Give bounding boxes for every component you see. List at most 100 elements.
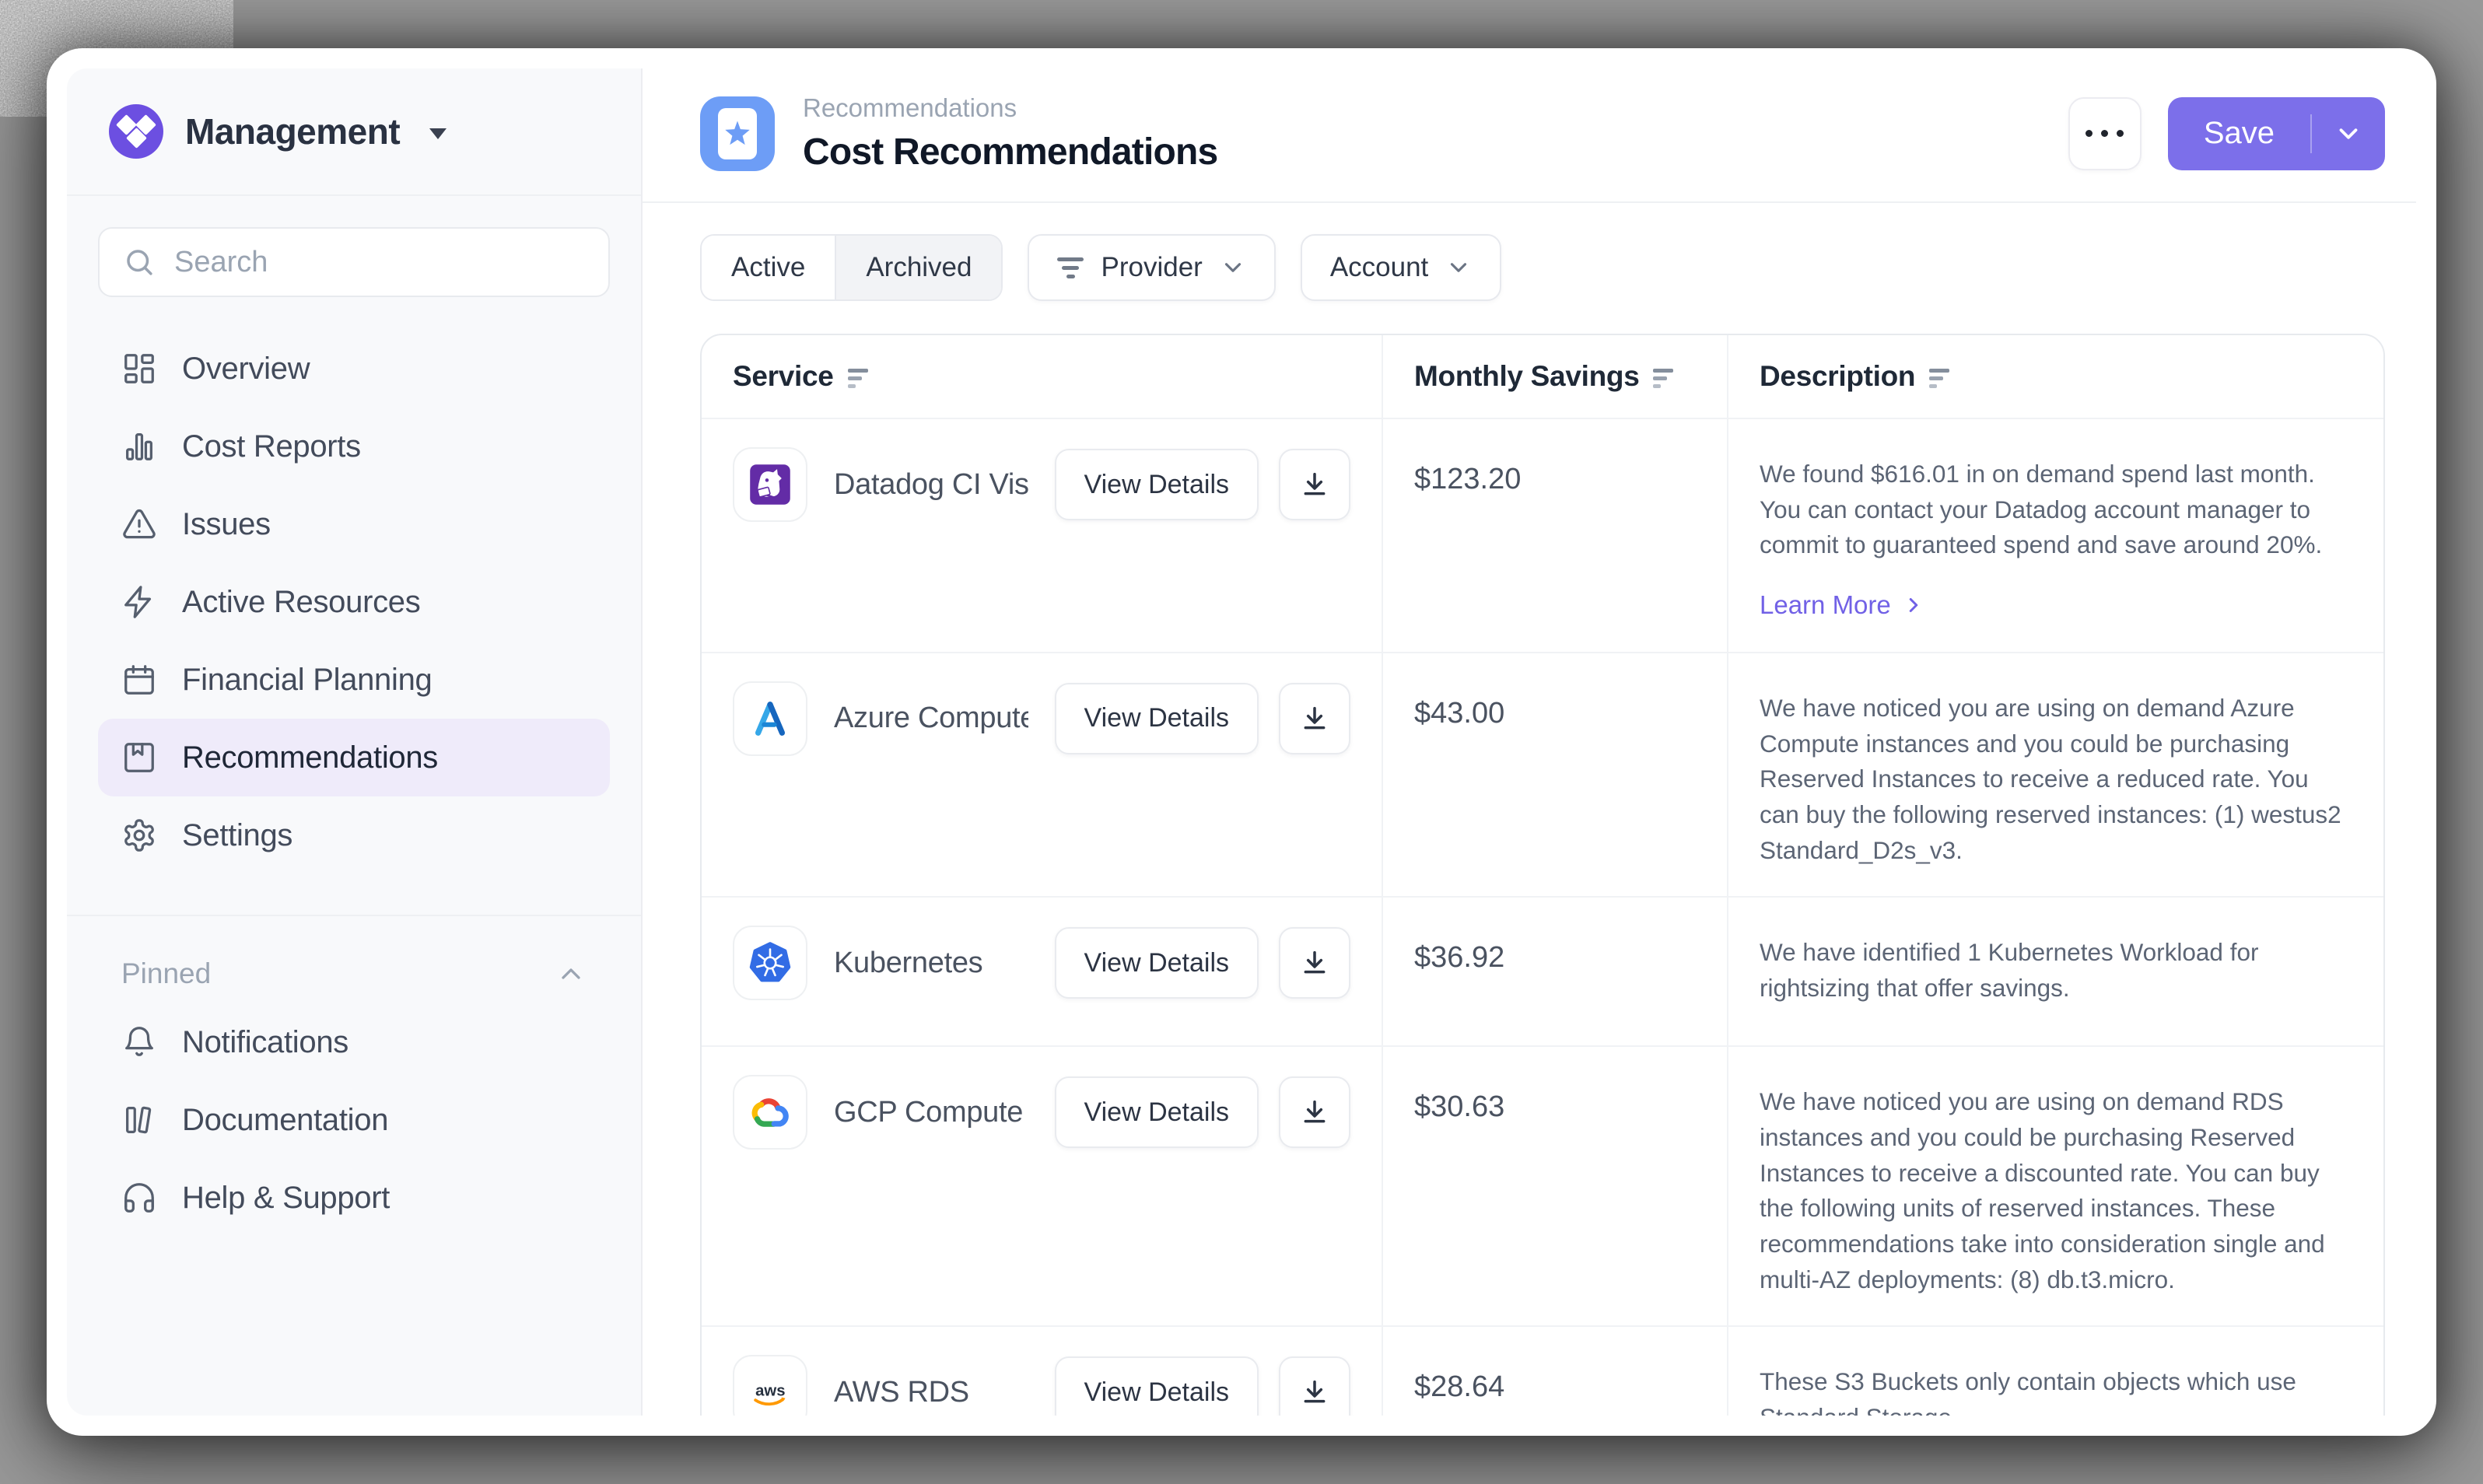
sidebar-item-notifications[interactable]: Notifications xyxy=(98,1003,610,1081)
breadcrumb: Recommendations xyxy=(803,93,1217,123)
pinned-label: Pinned xyxy=(121,957,211,990)
bookmark-box-icon xyxy=(121,740,157,775)
recommendation-description: We found $616.01 in on demand spend last… xyxy=(1760,457,2343,563)
table-row: Kubernetes View Details $36.92 We have i… xyxy=(702,896,2383,1045)
download-icon xyxy=(1299,469,1330,500)
zap-icon xyxy=(121,584,157,620)
recommendation-description: We have identified 1 Kubernetes Workload… xyxy=(1760,935,2343,1006)
search-icon xyxy=(123,246,156,278)
kubernetes-icon xyxy=(733,926,807,1000)
svg-text:aws: aws xyxy=(755,1383,785,1400)
table-header-row: Service Monthly Savings Description xyxy=(702,335,2383,418)
status-segmented-control: Active Archived xyxy=(700,234,1003,301)
datadog-icon xyxy=(733,447,807,522)
learn-more-link[interactable]: Learn More xyxy=(1760,586,1925,624)
view-details-button[interactable]: View Details xyxy=(1055,1076,1259,1148)
account-filter-button[interactable]: Account xyxy=(1301,234,1501,301)
page-header: Recommendations Cost Recommendations Sav… xyxy=(643,68,2416,203)
sidebar-item-active-resources[interactable]: Active Resources xyxy=(98,563,610,641)
view-details-button[interactable]: View Details xyxy=(1055,1356,1259,1416)
table-row: GCP Compute View Details $30.63 We have … xyxy=(702,1045,2383,1325)
main-content: Recommendations Cost Recommendations Sav… xyxy=(643,68,2416,1416)
chevron-up-icon[interactable] xyxy=(555,958,587,989)
sidebar-item-documentation[interactable]: Documentation xyxy=(98,1081,610,1159)
pinned-section: Pinned Notifications Documentation Help … xyxy=(67,915,641,1237)
service-name: GCP Compute xyxy=(834,1096,1023,1129)
service-name: Datadog CI Visibility xyxy=(834,468,1028,502)
service-name: AWS RDS xyxy=(834,1376,969,1409)
tab-active[interactable]: Active xyxy=(702,236,835,299)
view-details-button[interactable]: View Details xyxy=(1055,927,1259,999)
account-filter-label: Account xyxy=(1330,252,1428,283)
sidebar-item-label: Overview xyxy=(182,352,310,387)
sort-icon[interactable] xyxy=(1929,369,1949,388)
sidebar-item-label: Issues xyxy=(182,507,271,542)
monthly-savings-value: $36.92 xyxy=(1383,898,1728,1045)
filter-bar: Active Archived Provider Account xyxy=(700,234,2385,301)
sidebar-item-label: Notifications xyxy=(182,1025,348,1060)
chevron-right-icon xyxy=(1902,593,1925,617)
save-split-button: Save xyxy=(2168,97,2385,170)
download-button[interactable] xyxy=(1279,1076,1350,1148)
sidebar-item-issues[interactable]: Issues xyxy=(98,485,610,563)
provider-filter-button[interactable]: Provider xyxy=(1028,234,1275,301)
sidebar-item-label: Financial Planning xyxy=(182,663,432,698)
provider-filter-label: Provider xyxy=(1101,252,1202,283)
tab-archived[interactable]: Archived xyxy=(835,236,1001,299)
calendar-icon xyxy=(121,662,157,698)
sidebar-item-label: Active Resources xyxy=(182,585,420,620)
view-details-button[interactable]: View Details xyxy=(1055,683,1259,754)
workspace-logo xyxy=(109,104,163,159)
download-button[interactable] xyxy=(1279,1356,1350,1416)
chevron-down-icon xyxy=(2334,119,2363,149)
column-header-description: Description xyxy=(1760,360,1915,393)
service-name: Kubernetes xyxy=(834,947,982,980)
column-header-service: Service xyxy=(733,360,834,393)
sidebar: Management Search Overview Cost Reports … xyxy=(67,68,643,1416)
download-button[interactable] xyxy=(1279,449,1350,520)
view-details-button[interactable]: View Details xyxy=(1055,449,1259,520)
filter-icon xyxy=(1057,257,1084,278)
sidebar-item-overview[interactable]: Overview xyxy=(98,330,610,408)
download-button[interactable] xyxy=(1279,927,1350,999)
download-icon xyxy=(1299,1097,1330,1128)
more-actions-button[interactable] xyxy=(2068,97,2142,170)
service-name: Azure Compute xyxy=(834,702,1028,735)
sidebar-item-help-support[interactable]: Help & Support xyxy=(98,1159,610,1237)
sort-icon[interactable] xyxy=(848,369,868,388)
sidebar-item-financial-planning[interactable]: Financial Planning xyxy=(98,641,610,719)
app-window: Management Search Overview Cost Reports … xyxy=(47,48,2436,1436)
table-row: aws AWS RDS View Details $28.64 These S3… xyxy=(702,1325,2383,1416)
monthly-savings-value: $123.20 xyxy=(1383,419,1728,652)
chevron-down-icon xyxy=(1445,254,1472,281)
star-icon xyxy=(720,117,755,151)
sidebar-item-settings[interactable]: Settings xyxy=(98,796,610,874)
sidebar-item-recommendations[interactable]: Recommendations xyxy=(98,719,610,796)
column-header-monthly-savings: Monthly Savings xyxy=(1414,360,1639,393)
monthly-savings-value: $43.00 xyxy=(1383,653,1728,896)
recommendation-description: We have noticed you are using on demand … xyxy=(1760,1084,2343,1297)
monthly-savings-value: $28.64 xyxy=(1383,1327,1728,1416)
save-dropdown-button[interactable] xyxy=(2312,97,2385,170)
aws-icon: aws xyxy=(733,1355,807,1416)
monthly-savings-value: $30.63 xyxy=(1383,1047,1728,1325)
sort-icon[interactable] xyxy=(1653,369,1673,388)
sidebar-item-cost-reports[interactable]: Cost Reports xyxy=(98,408,610,485)
sidebar-nav: Overview Cost Reports Issues Active Reso… xyxy=(67,302,641,874)
sidebar-item-label: Settings xyxy=(182,818,292,853)
books-icon xyxy=(121,1102,157,1138)
learn-more-label: Learn More xyxy=(1760,586,1891,624)
download-button[interactable] xyxy=(1279,683,1350,754)
bar-chart-icon xyxy=(121,429,157,464)
save-button[interactable]: Save xyxy=(2168,97,2310,170)
workspace-switcher[interactable]: Management xyxy=(67,68,641,196)
chevron-down-icon xyxy=(1220,254,1246,281)
azure-icon xyxy=(733,681,807,756)
bell-icon xyxy=(121,1024,157,1060)
search-input[interactable]: Search xyxy=(98,227,610,297)
sidebar-item-label: Recommendations xyxy=(182,740,438,775)
headphones-icon xyxy=(121,1180,157,1216)
download-icon xyxy=(1299,703,1330,734)
gear-icon xyxy=(121,817,157,853)
sidebar-item-label: Documentation xyxy=(182,1103,388,1138)
